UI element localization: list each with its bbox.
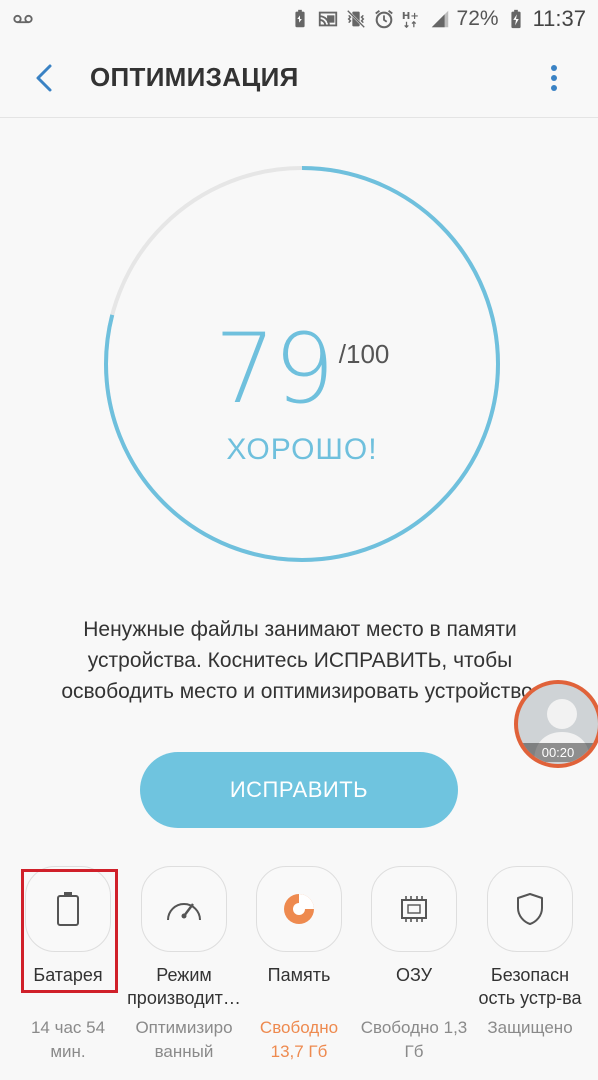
tile-icon-wrap [371,866,457,952]
more-options-button[interactable] [534,50,574,106]
tile-status: 14 час 54 мин. [30,1018,106,1061]
tile-icon-wrap [487,866,573,952]
clock: 11:37 [532,6,586,31]
tile-label: ОЗУ [395,965,433,985]
battery-icon [57,892,79,926]
signal-icon [429,8,451,30]
fix-button[interactable]: ИСПРАВИТЬ [140,752,458,828]
tile-icon-wrap [25,866,111,952]
tile-status: Свободно 13,7 Гб [259,1018,339,1061]
tile-label: Батарея [33,965,103,985]
svg-text:H+: H+ [401,11,418,22]
tile-status: Свободно 1,3 Гб [360,1018,468,1061]
optimization-score-ring: 79/100 ХОРОШО! [103,165,501,563]
tile-ram[interactable]: ОЗУ Свободно 1,3 Гб [356,866,472,1066]
tile-storage[interactable]: Память Свободно 13,7 Гб [241,866,357,1066]
score-number: 79 [214,313,335,425]
app-bar: ОПТИМИЗАЦИЯ [0,38,598,118]
optimization-tiles: Батарея 14 час 54 мин. Режим производит…… [0,866,598,1066]
speedometer-icon [167,903,201,921]
description-text: Ненужные файлы занимают место в памяти у… [61,618,539,703]
tile-icon-wrap [141,866,227,952]
score-max: /100 [338,339,390,369]
battery-saver-icon [289,8,311,30]
tile-label: Режим производит… [127,965,241,1008]
score-status: ХОРОШО! [226,433,378,466]
data-hplus-icon: H+ [401,8,423,30]
page-title: ОПТИМИЗАЦИЯ [90,62,299,92]
tile-icon-wrap [256,866,342,952]
screen-recorder-bubble[interactable]: 00:20 [514,680,598,768]
vibrate-icon [345,8,367,30]
chevron-left-icon [36,64,52,91]
memory-chip-icon [401,896,427,922]
alarm-icon [373,8,395,30]
tile-battery[interactable]: Батарея 14 час 54 мин. [10,866,126,1066]
tile-status: Защищено [487,1018,573,1037]
back-button[interactable] [16,50,72,106]
more-vertical-icon [551,64,557,91]
tile-status: Оптимизиро ванный [135,1018,233,1061]
battery-percent: 72% [456,7,499,30]
score-value-group: 79/100 [103,313,501,425]
tile-label: Память [267,965,331,985]
shield-icon [517,893,543,925]
battery-charging-icon [505,8,527,30]
storage-pie-icon [284,894,314,924]
cast-icon [317,8,339,30]
recording-time: 00:20 [518,743,598,762]
voicemail-icon [12,8,34,30]
status-bar: H+ 72% 11:37 [0,0,598,38]
tile-device-security[interactable]: Безопасн ость устр-ва Защищено [472,866,588,1066]
tile-label: Безопасн ость устр-ва [478,965,582,1008]
tile-performance-mode[interactable]: Режим производит… Оптимизиро ванный [126,866,242,1066]
